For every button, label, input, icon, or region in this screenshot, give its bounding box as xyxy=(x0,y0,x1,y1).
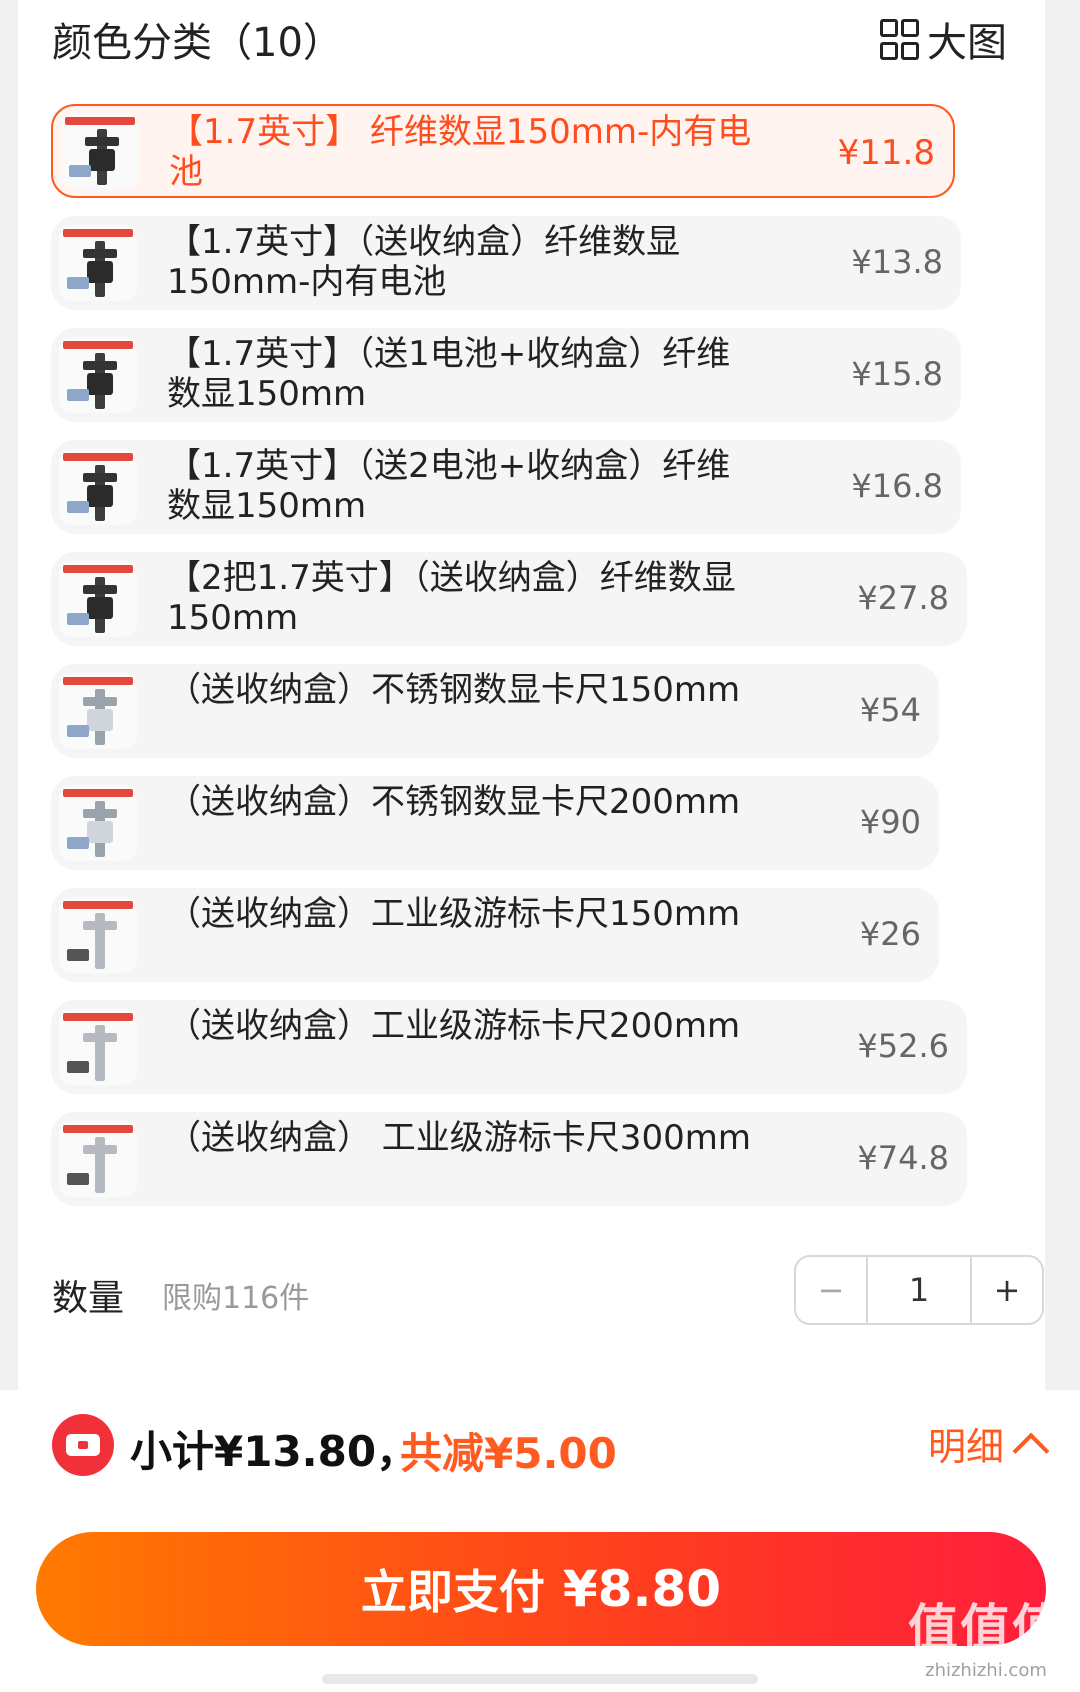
watermark: 值值值 zhizhizhi.com xyxy=(908,1588,1064,1681)
option-thumbnail xyxy=(59,897,137,973)
color-option[interactable]: 【1.7英寸】（送收纳盒）纤维数显150mm-内有电池 ¥13.8 xyxy=(51,216,961,310)
option-label: 【1.7英寸】（送2电池+收纳盒）纤维数显150mm xyxy=(167,446,731,526)
color-option[interactable]: 【1.7英寸】（送1电池+收纳盒）纤维数显150mm ¥15.8 xyxy=(51,328,961,422)
option-thumbnail xyxy=(61,113,139,189)
option-price: ¥27.8 xyxy=(857,579,949,617)
option-price: ¥54 xyxy=(859,691,921,729)
color-option[interactable]: 【2把1.7英寸】（送收纳盒）纤维数显150mm ¥27.8 xyxy=(51,552,967,646)
option-price: ¥26 xyxy=(859,915,921,953)
increase-button[interactable]: + xyxy=(972,1257,1042,1323)
quantity-row: 数量 限购116件 − 1 + xyxy=(52,1245,1044,1385)
color-option[interactable]: （送收纳盒） 工业级游标卡尺300mm ¥74.8 xyxy=(51,1112,967,1206)
option-label: 【1.7英寸】（送收纳盒）纤维数显150mm-内有电池 xyxy=(167,222,681,302)
watermark-url: zhizhizhi.com xyxy=(925,1660,1047,1681)
option-thumbnail xyxy=(59,1121,137,1197)
decrease-button[interactable]: − xyxy=(796,1257,868,1323)
option-thumbnail xyxy=(59,561,137,637)
chevron-up-icon xyxy=(1012,1432,1050,1469)
option-label: （送收纳盒） 工业级游标卡尺300mm xyxy=(167,1118,751,1158)
option-price: ¥90 xyxy=(859,803,921,841)
quantity-input[interactable]: 1 xyxy=(868,1257,972,1323)
option-thumbnail xyxy=(59,449,137,525)
color-option[interactable]: （送收纳盒）工业级游标卡尺200mm ¥52.6 xyxy=(51,1000,967,1094)
option-label: 【2把1.7英寸】（送收纳盒）纤维数显150mm xyxy=(167,558,736,638)
large-image-toggle[interactable]: 大图 xyxy=(880,10,1007,68)
home-indicator xyxy=(322,1674,758,1684)
quantity-stepper[interactable]: − 1 + xyxy=(794,1255,1044,1325)
large-image-label: 大图 xyxy=(927,20,1007,66)
pay-now-button[interactable]: 立即支付 ¥8.80 xyxy=(36,1532,1046,1646)
pay-amount: ¥8.80 xyxy=(562,1560,722,1618)
sku-selector-panel: 颜色分类（10） 大图 【1.7英寸】 纤维数显150mm-内有电池 ¥11.8 【… xyxy=(18,0,1045,1390)
price-detail-button[interactable]: 明细 xyxy=(927,1416,1050,1471)
option-price: ¥13.8 xyxy=(851,243,943,281)
checkout-bar: 小计¥13.80， 共减¥5.00 明细 立即支付 ¥8.80 值值值 zhiz… xyxy=(0,1390,1080,1692)
detail-label: 明细 xyxy=(927,1425,1004,1469)
color-category-title: 颜色分类（10） xyxy=(52,20,343,66)
pay-label: 立即支付 xyxy=(360,1565,545,1619)
option-label: （送收纳盒）不锈钢数显卡尺200mm xyxy=(167,782,741,822)
color-option[interactable]: 【1.7英寸】（送2电池+收纳盒）纤维数显150mm ¥16.8 xyxy=(51,440,961,534)
option-price: ¥16.8 xyxy=(851,467,943,505)
option-label: 【1.7英寸】（送1电池+收纳盒）纤维数显150mm xyxy=(167,334,731,414)
option-price: ¥52.6 xyxy=(857,1027,949,1065)
option-price: ¥11.8 xyxy=(837,133,935,173)
color-option[interactable]: 【1.7英寸】 纤维数显150mm-内有电池 ¥11.8 xyxy=(51,104,955,198)
coupon-icon xyxy=(52,1414,114,1476)
grid-icon xyxy=(880,18,919,60)
option-label: （送收纳盒）工业级游标卡尺150mm xyxy=(167,894,741,934)
option-price: ¥15.8 xyxy=(851,355,943,393)
option-thumbnail xyxy=(59,785,137,861)
option-label: （送收纳盒）工业级游标卡尺200mm xyxy=(167,1006,741,1046)
option-thumbnail xyxy=(59,673,137,749)
color-option[interactable]: （送收纳盒）不锈钢数显卡尺150mm ¥54 xyxy=(51,664,939,758)
watermark-logo: 值值值 xyxy=(908,1599,1064,1657)
option-thumbnail xyxy=(59,1009,137,1085)
option-label: 【1.7英寸】 纤维数显150mm-内有电池 xyxy=(169,112,752,192)
option-thumbnail xyxy=(59,337,137,413)
option-thumbnail xyxy=(59,225,137,301)
option-label: （送收纳盒）不锈钢数显卡尺150mm xyxy=(167,670,741,710)
color-option[interactable]: （送收纳盒）不锈钢数显卡尺200mm ¥90 xyxy=(51,776,939,870)
quantity-label: 数量 xyxy=(52,1278,125,1319)
subtotal-text: 小计¥13.80， xyxy=(130,1427,419,1476)
option-price: ¥74.8 xyxy=(857,1139,949,1177)
purchase-limit-text: 限购116件 xyxy=(162,1281,310,1316)
color-option[interactable]: （送收纳盒）工业级游标卡尺150mm ¥26 xyxy=(51,888,939,982)
sku-header: 颜色分类（10） 大图 xyxy=(52,6,1025,66)
discount-text: 共减¥5.00 xyxy=(400,1429,617,1478)
